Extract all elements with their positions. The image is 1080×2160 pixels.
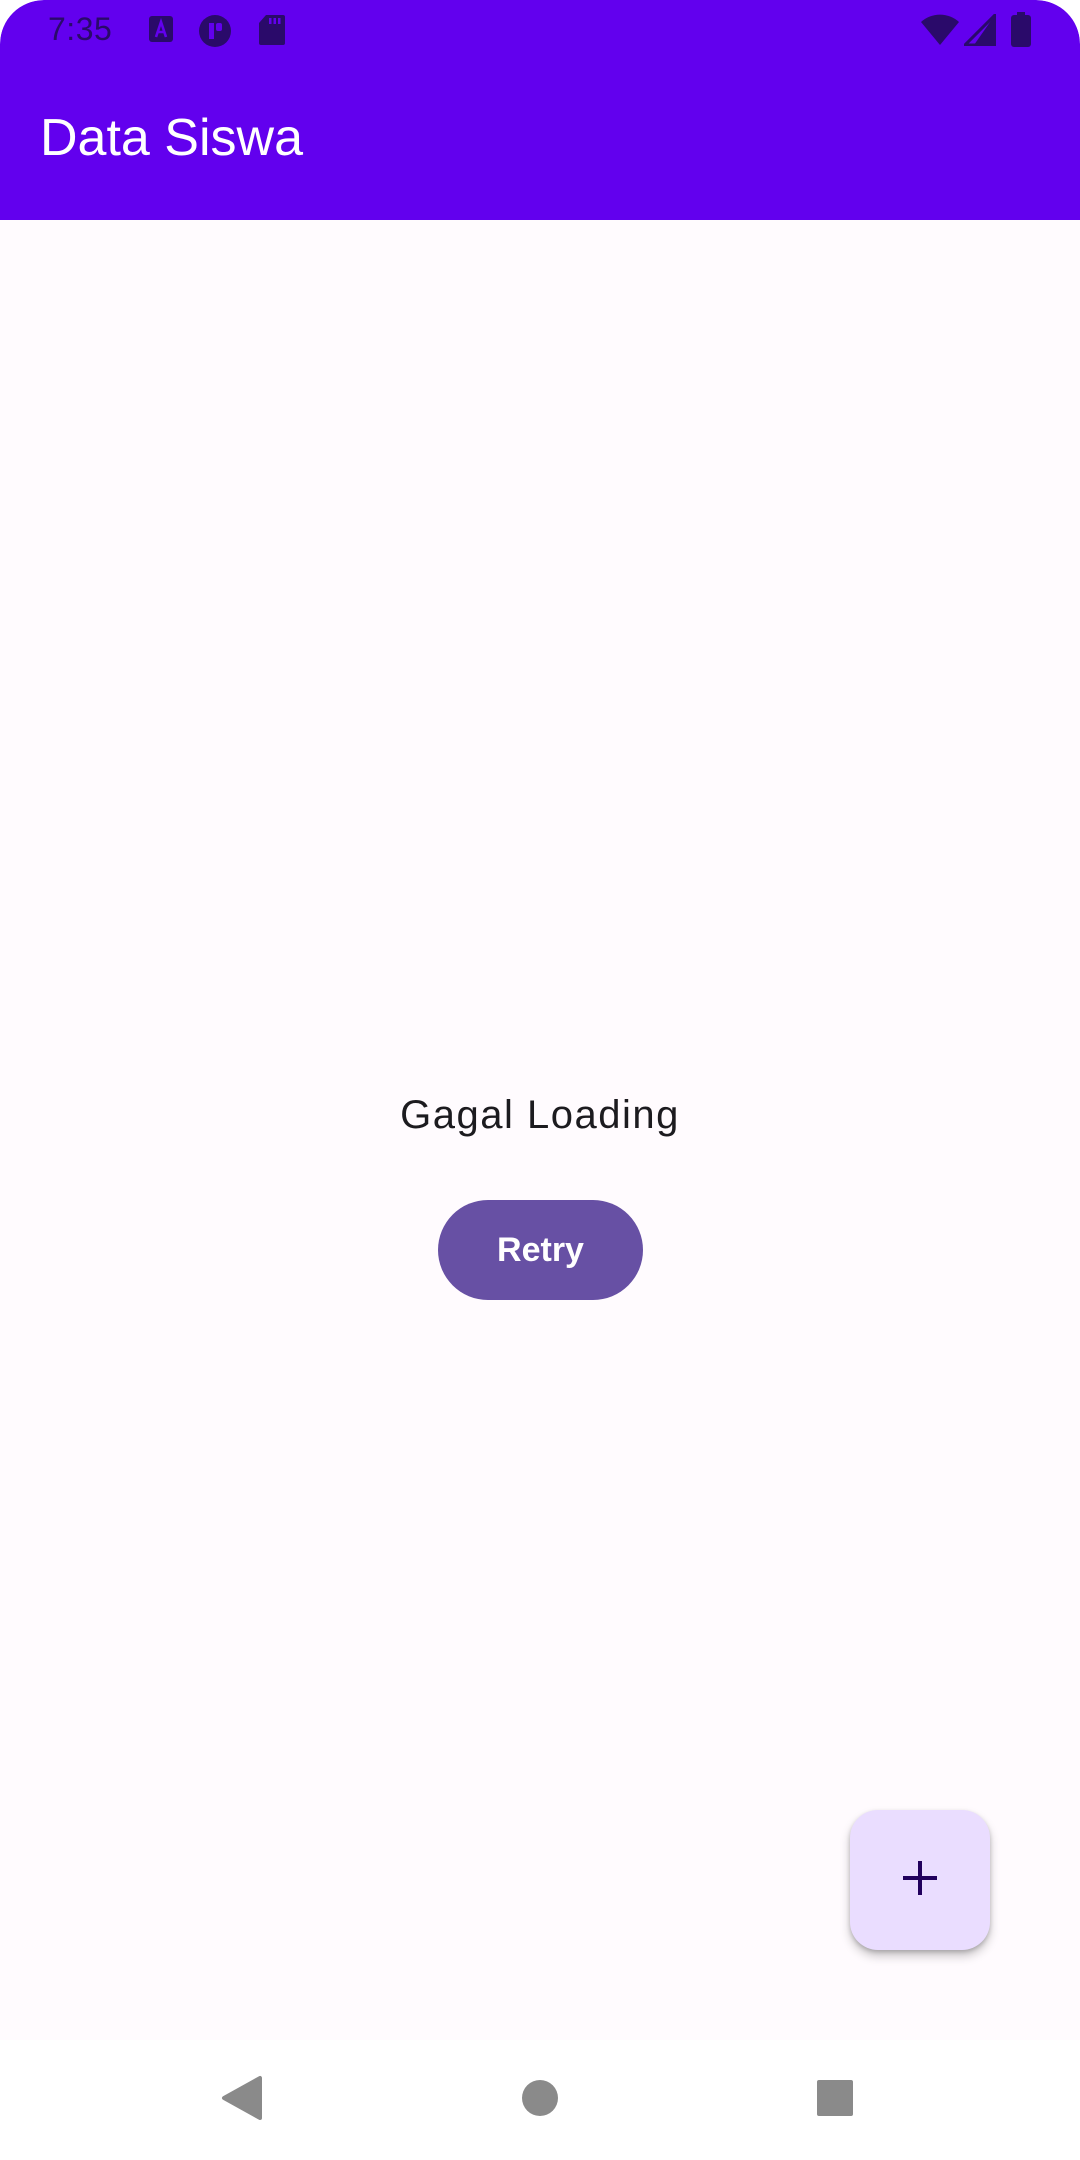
plus-icon — [900, 1858, 940, 1903]
add-button[interactable] — [850, 1810, 990, 1950]
page-title: Data Siswa — [40, 109, 303, 167]
wifi-icon — [920, 14, 960, 46]
recents-icon — [816, 2079, 854, 2122]
top-app-bar: 7:35 Data Siswa — [0, 0, 1080, 220]
back-button[interactable] — [200, 2058, 284, 2142]
status-bar: 7:35 — [0, 0, 1080, 62]
status-time: 7:35 — [48, 11, 113, 47]
home-button[interactable] — [498, 2058, 582, 2142]
home-icon — [520, 2078, 560, 2123]
cell-signal-icon — [964, 14, 996, 46]
app-badge-icon — [198, 14, 232, 48]
screen: 7:35 Data Siswa Gagal Loading Retry — [0, 0, 1080, 2160]
recents-button[interactable] — [793, 2058, 877, 2142]
battery-icon — [1010, 12, 1032, 48]
back-icon — [220, 2075, 264, 2126]
error-message: Gagal Loading — [400, 1093, 680, 1137]
sd-card-icon — [258, 14, 286, 46]
font-a-icon — [148, 14, 174, 44]
retry-button[interactable]: Retry — [438, 1200, 643, 1300]
navigation-bar — [0, 2040, 1080, 2160]
